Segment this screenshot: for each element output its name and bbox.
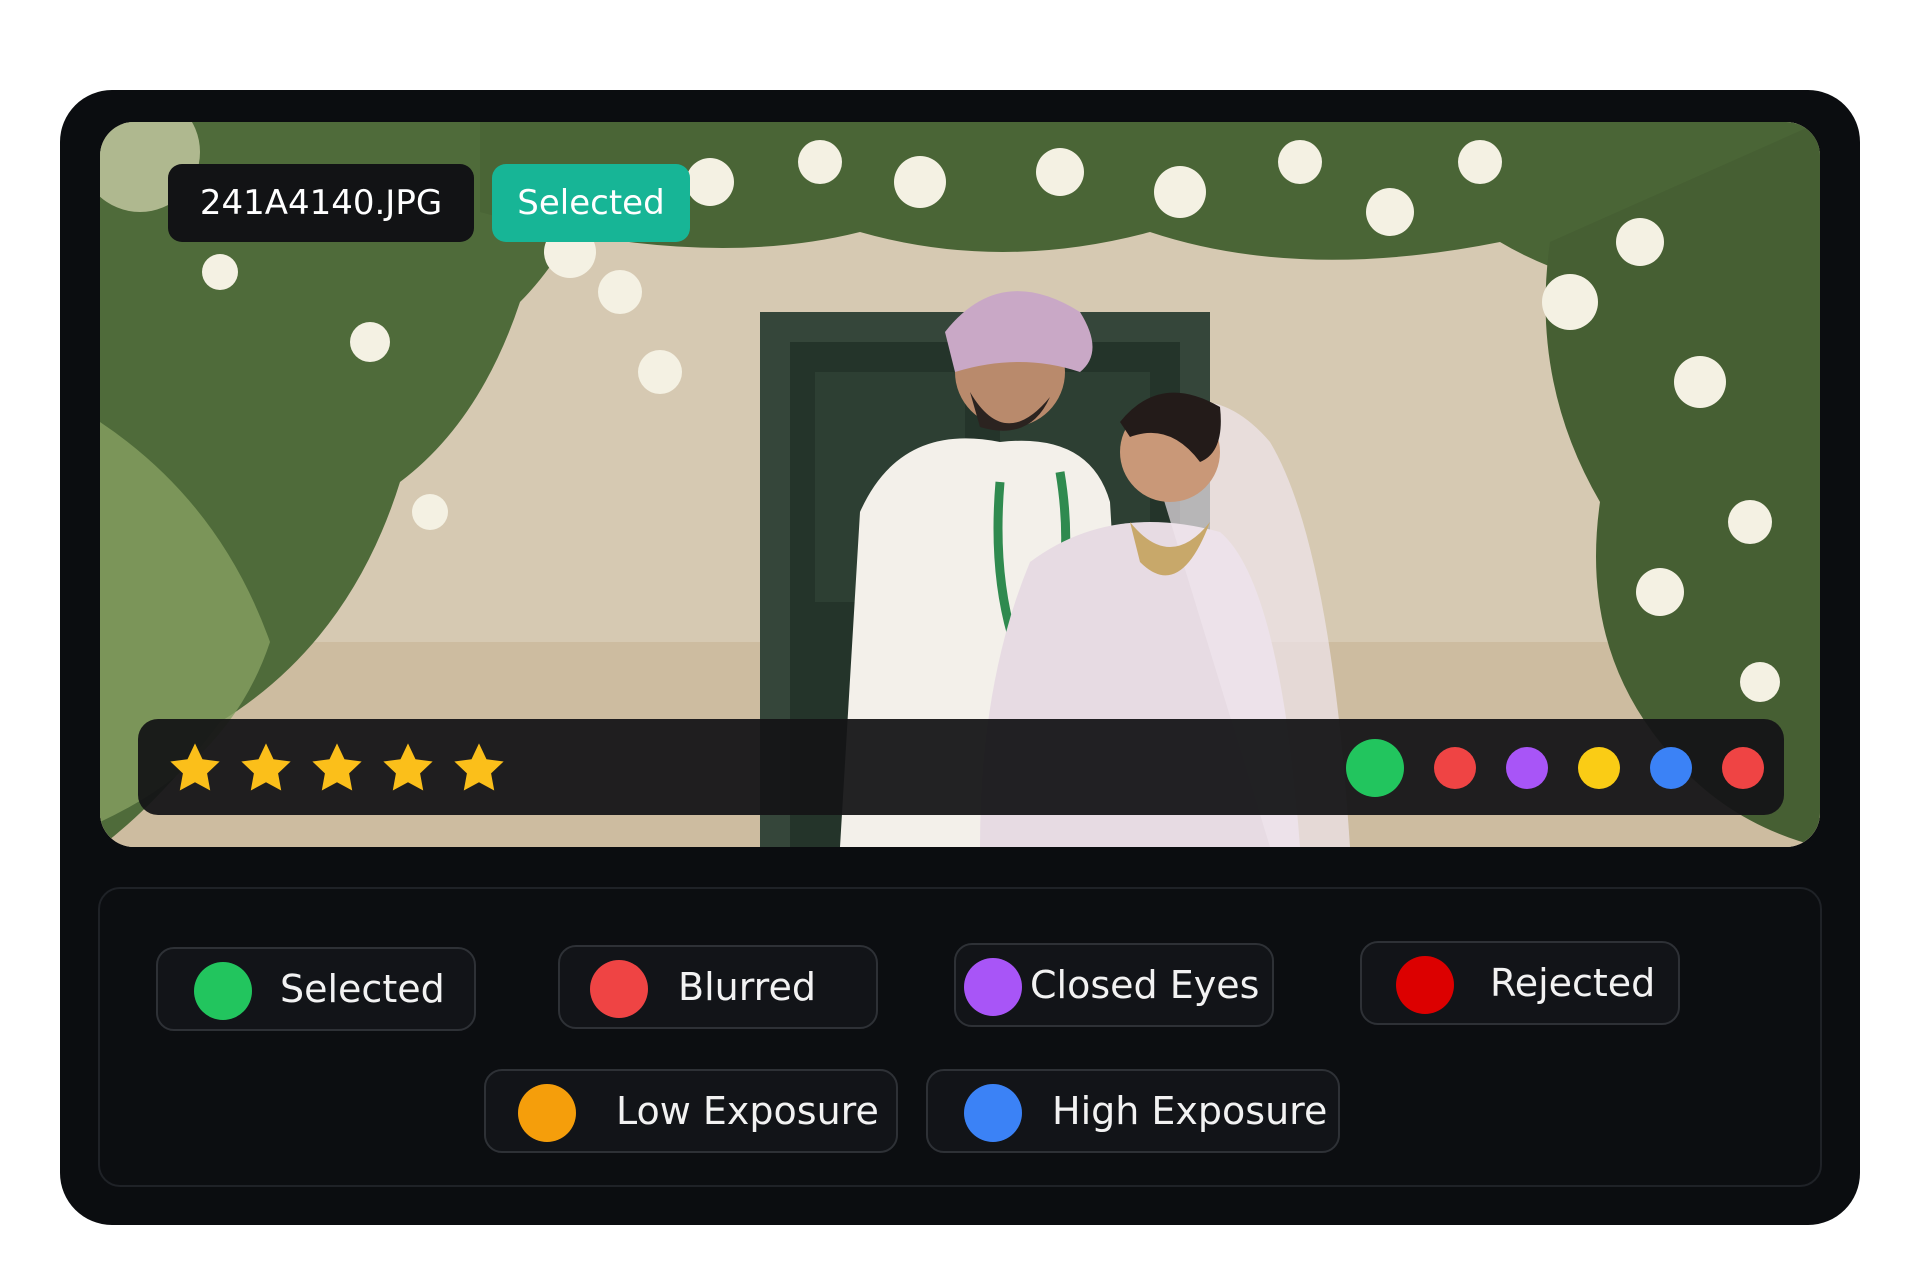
orange-dot-icon — [518, 1084, 576, 1142]
color-tag-green[interactable] — [1346, 739, 1404, 797]
rating-toolbar — [138, 719, 1784, 815]
legend-label: Rejected — [1490, 961, 1656, 1005]
photo-review-card: 241A4140.JPG Selected Selected Blurred C… — [60, 90, 1860, 1225]
star-rating[interactable] — [166, 739, 508, 797]
red-dot-icon — [1396, 956, 1454, 1014]
legend-label: Blurred — [678, 965, 816, 1009]
legend-item-closed-eyes[interactable]: Closed Eyes — [954, 943, 1274, 1027]
legend-label: Selected — [280, 967, 445, 1011]
filename-label: 241A4140.JPG — [168, 164, 474, 242]
green-dot-icon — [194, 962, 252, 1020]
legend-label: High Exposure — [1052, 1089, 1328, 1133]
color-tag-red[interactable] — [1434, 747, 1476, 789]
legend-label: Low Exposure — [616, 1089, 879, 1133]
photo-preview[interactable]: 241A4140.JPG Selected — [100, 122, 1820, 847]
legend-item-rejected[interactable]: Rejected — [1360, 941, 1680, 1025]
color-tag-blue[interactable] — [1650, 747, 1692, 789]
star-icon[interactable] — [379, 739, 437, 797]
legend-item-high-exposure[interactable]: High Exposure — [926, 1069, 1340, 1153]
legend-item-low-exposure[interactable]: Low Exposure — [484, 1069, 898, 1153]
color-tag-purple[interactable] — [1506, 747, 1548, 789]
star-icon[interactable] — [308, 739, 366, 797]
purple-dot-icon — [964, 958, 1022, 1016]
star-icon[interactable] — [237, 739, 295, 797]
legend-label: Closed Eyes — [1030, 963, 1260, 1007]
blue-dot-icon — [964, 1084, 1022, 1142]
legend-item-blurred[interactable]: Blurred — [558, 945, 878, 1029]
color-tag-picker — [1346, 739, 1764, 797]
star-icon[interactable] — [450, 739, 508, 797]
color-tag-red-2[interactable] — [1722, 747, 1764, 789]
status-badge: Selected — [492, 164, 690, 242]
color-tag-yellow[interactable] — [1578, 747, 1620, 789]
legend-item-selected[interactable]: Selected — [156, 947, 476, 1031]
star-icon[interactable] — [166, 739, 224, 797]
red-dot-icon — [590, 960, 648, 1018]
category-legend: Selected Blurred Closed Eyes Rejected Lo… — [98, 887, 1822, 1187]
